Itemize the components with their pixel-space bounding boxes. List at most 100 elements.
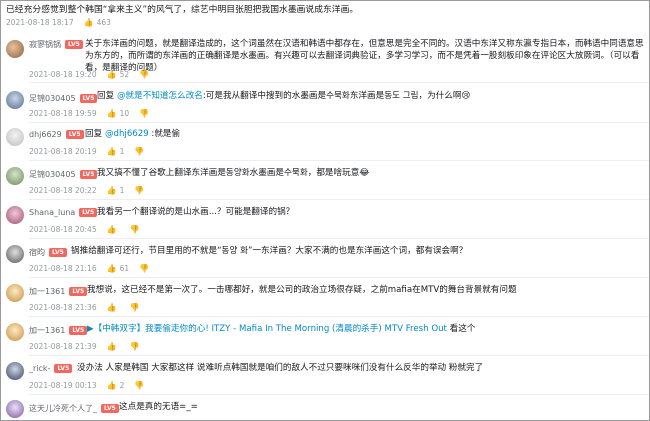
comment-date: 2021-08-18 21:36: [29, 303, 97, 312]
thumbs-up-icon[interactable]: 👍: [107, 147, 117, 156]
username[interactable]: 寂寥锅锅: [29, 40, 61, 49]
comment-meta: 2021-08-18 20:19 👍 1 👎: [29, 147, 147, 156]
comment-date: 2021-08-18 20:22: [29, 186, 97, 195]
avatar[interactable]: [6, 323, 24, 341]
username[interactable]: 足锦030405: [29, 94, 76, 103]
reply-label: 回复: [97, 91, 115, 101]
avatar[interactable]: [6, 167, 24, 185]
comment-meta: 2021-08-18 21:39 👍 👎: [29, 342, 143, 351]
comment-date: 2021-08-19 00:13: [29, 381, 97, 390]
level-badge: LV5: [65, 130, 84, 139]
divider: [29, 82, 649, 83]
comment-section: 已经充分感觉到整个韩国“拿来主义”的风气了，综艺中明目张胆把我国水墨画说成东洋画…: [0, 0, 650, 421]
divider: [29, 199, 649, 200]
level-badge: LV5: [65, 40, 83, 49]
username[interactable]: 足锦030405: [29, 170, 76, 179]
thumbs-up-icon[interactable]: 👍: [107, 381, 117, 390]
thumbs-down-icon[interactable]: 👎: [134, 381, 144, 390]
thumbs-down-icon[interactable]: 👎: [130, 342, 140, 351]
username[interactable]: 这天儿冷死个人了_: [29, 404, 97, 413]
like-count: 463: [96, 18, 111, 27]
comment-text: 回复 @dhj6629 :就是偷: [85, 129, 181, 139]
comment-text: 我想说，这已经不是第一次了。一击哪都好，就是公司的政治立场很存疑，之前mafia…: [87, 285, 517, 295]
thumbs-down-icon[interactable]: 👎: [139, 70, 149, 79]
thumbs-down-icon[interactable]: 👎: [139, 264, 149, 273]
avatar[interactable]: [6, 91, 24, 109]
thumbs-down-icon[interactable]: 👎: [130, 225, 140, 234]
comment-meta: 2021-08-18 20:22 👍 1 👎: [29, 186, 147, 195]
video-link[interactable]: ▶【中韩双字】我要偷走你的心! ITZY - Mafia In The Morn…: [87, 324, 447, 334]
comment-meta: 2021-08-18 21:36 👍 👎: [29, 303, 143, 312]
level-badge: LV5: [49, 248, 67, 257]
divider: [29, 316, 649, 317]
level-badge: LV5: [79, 170, 98, 179]
thumbs-up-icon[interactable]: 👍: [107, 109, 117, 118]
thumbs-down-icon[interactable]: 👎: [139, 109, 149, 118]
like-count: 52: [119, 70, 130, 79]
comment-text: 关于东洋画的问题，就是翻译造成的，这个词虽然在汉语和韩语中都存在，但意思是完全不…: [85, 39, 644, 73]
username[interactable]: 宿昀: [29, 248, 45, 257]
avatar[interactable]: [6, 400, 24, 418]
level-badge: LV5: [101, 404, 119, 413]
comment-meta: 2021-08-18 19:59 👍 10 👎: [29, 109, 152, 118]
like-count: 1: [119, 147, 125, 156]
thumbs-down-icon[interactable]: 👎: [134, 186, 144, 195]
comment-text: 这点是真的无语=_=: [119, 402, 198, 412]
comment-text: 没办法 人家是韩国 大家都这样 说难听点韩国就是咱们的敌人不过只要咪咪们没有什么…: [77, 363, 484, 373]
level-badge: LV5: [69, 287, 88, 296]
mention-link[interactable]: @dhj6629: [105, 129, 149, 139]
divider: [29, 277, 649, 278]
thumbs-up-icon[interactable]: 👍: [107, 225, 117, 234]
comment-date: 2021-08-18 19:59: [29, 109, 97, 118]
divider: [29, 238, 649, 239]
avatar[interactable]: [6, 284, 24, 302]
level-badge: LV5: [69, 326, 88, 335]
comment-meta: 2021-08-18 19:20 👍 52 👎: [29, 70, 152, 79]
avatar[interactable]: [6, 206, 24, 224]
username[interactable]: dhj6629: [29, 130, 62, 139]
comment-meta: 2021-08-18 18:17 👍 463: [6, 18, 111, 27]
comment-text: 我又搞不懂了谷歌上翻译东洋画是동양화水墨画是수묵화，都是啥玩意😂: [97, 168, 370, 178]
level-badge: LV5: [54, 364, 73, 373]
comment-date: 2021-08-18 20:45: [29, 225, 97, 234]
thumbs-up-icon[interactable]: 👍: [107, 70, 117, 79]
comment-date: 2021-08-18 21:16: [29, 264, 97, 273]
avatar[interactable]: [6, 128, 24, 146]
thumbs-up-icon[interactable]: 👍: [107, 186, 117, 195]
thumbs-up-icon[interactable]: 👍: [107, 264, 117, 273]
emoji-icon: 😢: [461, 91, 471, 101]
username[interactable]: 加一1361: [29, 326, 65, 335]
like-count: 61: [119, 264, 130, 273]
comment-text: 回复 @就是不知道怎么改名:可是我从翻译中搜到的水墨画是수묵화东洋画是동도 그림…: [97, 91, 471, 101]
username[interactable]: Shana_luna: [29, 208, 75, 217]
like-count: 2: [119, 381, 125, 390]
divider: [29, 160, 649, 161]
reply-label: 回复: [85, 129, 103, 139]
comment-date: 2021-08-18 21:39: [29, 342, 97, 351]
avatar[interactable]: [6, 362, 24, 380]
divider: [29, 394, 649, 395]
comment-text: 锅推给翻译可还行，节目里用的不就是“동양 화”一东洋画？大家不满的也是东洋画这个…: [71, 246, 468, 256]
comment-meta: 2021-08-18 20:45 👍 👎: [29, 225, 143, 234]
like-count: 1: [119, 186, 125, 195]
level-badge: LV5: [79, 94, 98, 103]
comment-text: 我看另一个翻译说的是山水画...？可能是翻译的锅？: [97, 207, 295, 217]
thumbs-down-icon[interactable]: 👎: [134, 147, 144, 156]
thumbs-up-icon[interactable]: 👍: [84, 18, 94, 27]
username[interactable]: _rick-: [29, 364, 50, 373]
comment-text: 已经充分感觉到整个韩国“拿来主义”的风气了，综艺中明目张胆把我国水墨画说成东洋画…: [6, 5, 359, 15]
comment-meta: 2021-08-19 00:13 👍 2 👎: [29, 381, 147, 390]
username[interactable]: 加一1361: [29, 287, 65, 296]
thumbs-up-icon[interactable]: 👍: [107, 342, 117, 351]
thumbs-up-icon[interactable]: 👍: [107, 303, 117, 312]
thumbs-down-icon[interactable]: 👎: [130, 303, 140, 312]
avatar[interactable]: [6, 245, 24, 263]
comment-text: ▶【中韩双字】我要偷走你的心! ITZY - Mafia In The Morn…: [87, 324, 476, 334]
mention-link[interactable]: @就是不知道怎么改名: [117, 91, 203, 101]
avatar[interactable]: [6, 40, 24, 58]
like-count: 10: [119, 109, 130, 118]
comment-date: 2021-08-18 20:19: [29, 147, 97, 156]
comment-date: 2021-08-18 18:17: [6, 18, 74, 27]
level-badge: LV5: [79, 208, 98, 217]
comment-meta: 2021-08-18 21:16 👍 61 👎: [29, 264, 152, 273]
